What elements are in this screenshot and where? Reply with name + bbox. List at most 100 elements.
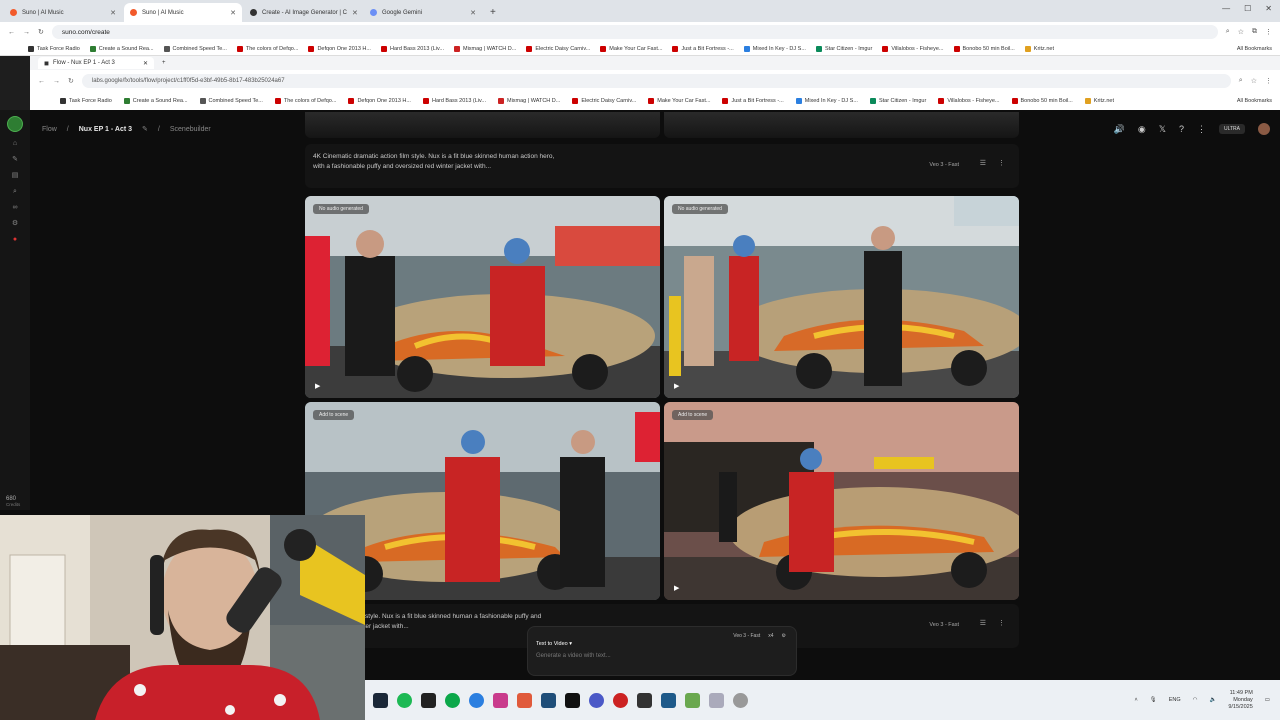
- microphone-icon[interactable]: 🎙: [1150, 697, 1157, 703]
- breadcrumb-flow[interactable]: Flow: [42, 126, 57, 133]
- search-icon[interactable]: ⌕: [11, 188, 19, 196]
- clip-thumb[interactable]: [664, 112, 1019, 138]
- bookmark-item[interactable]: Electric Daisy Carniv...: [526, 45, 590, 52]
- new-tab-button[interactable]: +: [484, 3, 502, 22]
- star-icon[interactable]: ☆: [1251, 77, 1257, 85]
- close-icon[interactable]: ✕: [352, 9, 358, 17]
- forward-icon[interactable]: →: [23, 29, 30, 36]
- outer-tab-3[interactable]: Create - AI Image Generator | C ✕: [244, 3, 362, 22]
- bookmark-item[interactable]: Mixed In Key - DJ S...: [795, 98, 858, 104]
- bookmark-item[interactable]: Mixmag | WATCH D...: [497, 98, 560, 104]
- reload-icon[interactable]: ↻: [68, 77, 74, 85]
- bookmark-item[interactable]: Kritz.net: [1084, 98, 1114, 104]
- bookmark-item[interactable]: Kritz.net: [1024, 45, 1054, 52]
- outer-url-field[interactable]: suno.com/create: [51, 25, 1218, 39]
- alert-icon[interactable]: ●: [11, 236, 19, 244]
- app-icon[interactable]: [421, 692, 436, 708]
- close-window-icon[interactable]: ✕: [1265, 4, 1272, 13]
- app-icon[interactable]: [565, 692, 580, 708]
- bookmark-item[interactable]: Mixmag | WATCH D...: [453, 45, 516, 52]
- play-icon[interactable]: ▶: [315, 382, 320, 390]
- chevron-up-icon[interactable]: ˄: [1135, 697, 1138, 703]
- link-icon[interactable]: ∞: [11, 204, 19, 212]
- discord-icon[interactable]: ◉: [1138, 124, 1146, 135]
- close-icon[interactable]: ✕: [230, 9, 236, 17]
- edit-icon[interactable]: ✎: [142, 125, 148, 133]
- back-icon[interactable]: ←: [8, 29, 15, 36]
- extensions-icon[interactable]: ⧉: [1252, 28, 1257, 36]
- back-icon[interactable]: ←: [38, 78, 45, 85]
- play-icon[interactable]: ▶: [674, 584, 679, 592]
- outer-tab-1[interactable]: Suno | AI Music ✕: [4, 3, 122, 22]
- app-icon[interactable]: [661, 692, 676, 708]
- scenebuilder-link[interactable]: Scenebuilder: [170, 126, 211, 133]
- more-icon[interactable]: ⋮: [1197, 124, 1206, 135]
- video-thumbnail-4[interactable]: Add to scene ▶: [664, 402, 1019, 600]
- project-title[interactable]: Nux EP 1 - Act 3: [79, 126, 132, 133]
- settings-icon[interactable]: [733, 692, 748, 708]
- play-icon[interactable]: ▶: [674, 382, 679, 390]
- bookmark-item[interactable]: Make Your Car Fast...: [600, 45, 662, 52]
- app-icon[interactable]: [541, 692, 556, 708]
- user-avatar[interactable]: [1258, 123, 1270, 135]
- app-icon[interactable]: [589, 692, 604, 708]
- new-tab-button[interactable]: +: [162, 60, 166, 66]
- volume-icon[interactable]: 🔈: [1209, 697, 1216, 703]
- create-icon[interactable]: ✎: [11, 156, 19, 164]
- list-icon[interactable]: ☰: [980, 159, 986, 169]
- bookmark-item[interactable]: Star Citizen - Imgur: [869, 98, 926, 104]
- composer-model[interactable]: Veo 3 - Fast: [733, 633, 760, 639]
- minimize-icon[interactable]: —: [1222, 4, 1230, 13]
- video-thumbnail-1[interactable]: No audio generated ▶: [305, 196, 660, 398]
- close-icon[interactable]: ✕: [143, 60, 148, 67]
- menu-icon[interactable]: ⋮: [1265, 77, 1272, 85]
- clock[interactable]: 11:49 PM Monday 9/15/2025: [1228, 690, 1252, 711]
- speaker-icon[interactable]: 🔊: [1114, 124, 1125, 135]
- bookmark-item[interactable]: Just a Bit Fortress -...: [722, 98, 784, 104]
- app-icon[interactable]: [709, 692, 724, 708]
- reload-icon[interactable]: ↻: [38, 28, 44, 36]
- list-icon[interactable]: ☰: [980, 619, 986, 629]
- menu-icon[interactable]: ⋮: [1265, 28, 1272, 36]
- more-icon[interactable]: ⋮: [998, 159, 1005, 169]
- spotify-icon[interactable]: [397, 692, 412, 708]
- bookmark-item[interactable]: Hard Bass 2013 (Liv...: [422, 98, 486, 104]
- app-icon[interactable]: [685, 692, 700, 708]
- output-count[interactable]: x4: [768, 633, 773, 639]
- settings-icon[interactable]: ⚙: [11, 220, 19, 228]
- all-bookmarks-folder[interactable]: All Bookmarks: [1237, 46, 1272, 52]
- bookmark-item[interactable]: The colors of Defqo...: [274, 98, 336, 104]
- app-icon[interactable]: [613, 692, 628, 708]
- edge-icon[interactable]: [469, 692, 484, 708]
- star-icon[interactable]: ☆: [1238, 28, 1244, 36]
- bookmark-item[interactable]: Combined Speed Te...: [199, 98, 263, 104]
- outer-tab-2[interactable]: Suno | AI Music ✕: [124, 3, 242, 22]
- bookmark-item[interactable]: Just a Bit Fortress -...: [672, 45, 734, 52]
- clip-thumb[interactable]: [305, 112, 660, 138]
- help-icon[interactable]: ?: [1179, 124, 1184, 134]
- settings-icon[interactable]: ⚙: [782, 633, 786, 639]
- bookmark-item[interactable]: Villalobos - Fisheye...: [938, 98, 1000, 104]
- bookmark-item[interactable]: Task Force Radio: [28, 45, 80, 52]
- mode-select[interactable]: Text to Video ▾: [536, 641, 572, 647]
- bookmark-item[interactable]: Make Your Car Fast...: [648, 98, 710, 104]
- bookmark-item[interactable]: The colors of Defqo...: [236, 45, 298, 52]
- video-thumbnail-2[interactable]: No audio generated ▶: [664, 196, 1019, 398]
- language-indicator[interactable]: ENG: [1169, 697, 1181, 703]
- more-icon[interactable]: ⋮: [998, 619, 1005, 629]
- add-to-scene-button[interactable]: Add to scene: [672, 410, 714, 420]
- app-icon[interactable]: [493, 692, 508, 708]
- x-icon[interactable]: 𝕏: [1159, 124, 1166, 135]
- bookmark-item[interactable]: Bonobo 50 min Boil...: [953, 45, 1015, 52]
- bookmark-item[interactable]: Electric Daisy Carniv...: [572, 98, 636, 104]
- home-icon[interactable]: ⌂: [11, 140, 19, 148]
- close-icon[interactable]: ✕: [110, 9, 116, 17]
- bookmark-item[interactable]: Hard Bass 2013 (Liv...: [380, 45, 444, 52]
- prompt-text[interactable]: 4K Cinematic dramatic action film style.…: [313, 152, 563, 172]
- bookmark-item[interactable]: Defqon One 2013 H...: [348, 98, 411, 104]
- bookmark-item[interactable]: Task Force Radio: [60, 98, 112, 104]
- close-icon[interactable]: ✕: [470, 9, 476, 17]
- chrome-icon[interactable]: [445, 692, 460, 708]
- zoom-icon[interactable]: ⌕: [1226, 28, 1230, 36]
- account-avatar[interactable]: [7, 116, 23, 132]
